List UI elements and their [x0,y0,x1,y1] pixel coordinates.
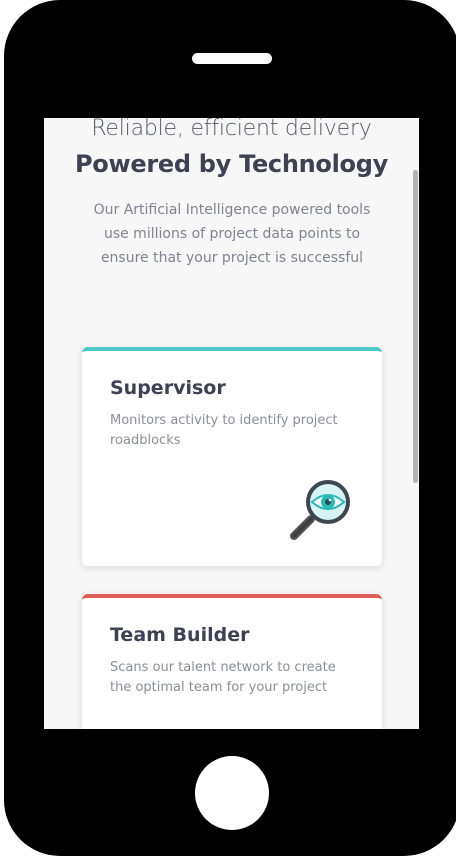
hero-headline: Powered by Technology [75,150,388,178]
card-title: Supervisor [110,377,226,399]
card-title: Team Builder [110,624,250,646]
card-team-builder[interactable]: Team Builder Scans our talent network to… [82,594,382,729]
card-supervisor[interactable]: Supervisor Monitors activity to identify… [82,347,382,566]
card-description: Scans our talent network to create the o… [110,660,336,695]
home-button[interactable] [195,756,269,830]
card-description: Monitors activity to identify project ro… [110,413,338,448]
phone-frame: Reliable, efficient delivery Powered by … [4,0,456,856]
phone-screen[interactable]: Reliable, efficient delivery Powered by … [44,118,419,729]
hero-description: Our Artificial Intelligence powered tool… [93,202,371,266]
hero-tagline: Reliable, efficient delivery [91,118,372,141]
speaker-slot [192,53,272,64]
scrollbar[interactable] [413,170,418,483]
magnifier-eye-icon [290,480,350,540]
